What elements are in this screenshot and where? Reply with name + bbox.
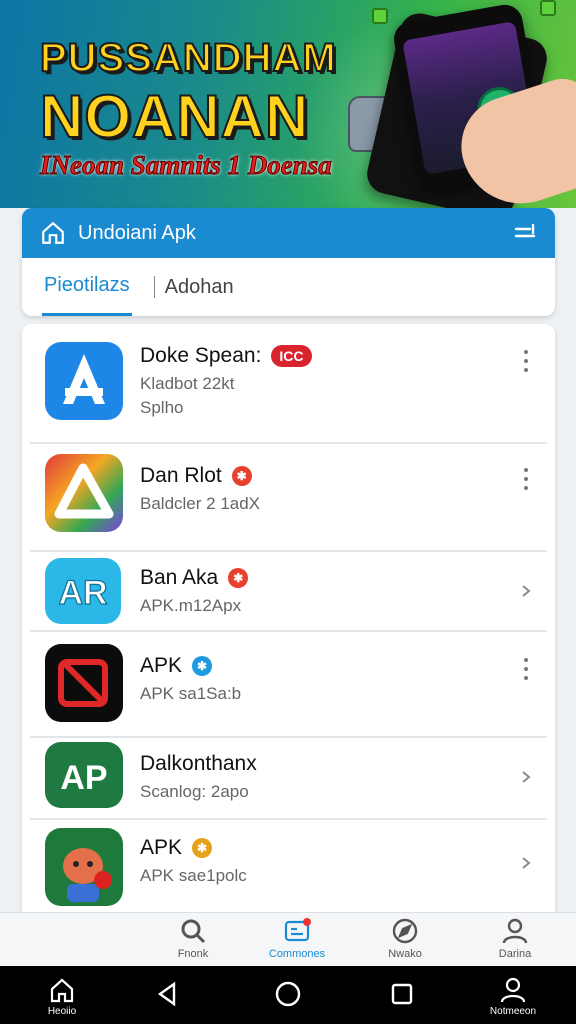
chevron-right-icon[interactable] [519,584,533,598]
app-subtitle: Kladbot 22kt [140,374,235,393]
nav-item-apps[interactable]: Commones [252,917,342,960]
home-circle-icon [275,981,301,1007]
list-item[interactable]: Dan Rlot ✱ Baldcler 2 1adX [30,444,547,552]
mascot-app-icon [45,828,123,906]
app-subtitle: Scanlog: 2apo [140,782,249,801]
more-options-icon[interactable] [521,658,531,684]
nav-label: Nwako [388,948,422,960]
system-recents-button[interactable] [362,980,442,1008]
system-home-label: Heoiio [47,1006,77,1017]
banner-subtitle: INeoan Samnits 1 Doensa [40,150,333,181]
app-bar-title: Undoiani Apk [78,221,196,244]
app-name: Dalkonthanx [140,752,257,775]
list-item[interactable]: Doke Spean: ICC Kladbot 22kt Splho [30,324,547,444]
search-icon [181,919,206,944]
system-home-button[interactable]: Heoiio [22,976,102,1017]
system-navigation-bar: Heoiio Notmeeon [0,966,576,1024]
nav-label: Darina [498,948,532,960]
app-name: APK [140,654,183,677]
compass-icon [392,918,418,944]
list-item[interactable]: APK ✱ APK sa1Sa:b [30,632,547,738]
app-store-icon [45,342,123,420]
nav-item-profile[interactable]: Darina [470,917,560,960]
apk-app-icon [45,644,123,722]
svg-text:AR: AR [58,574,107,612]
home-icon[interactable] [40,220,66,246]
apk-app-icon: AP [45,742,123,808]
app-subtitle: APK.m12Apx [140,596,242,615]
banner-title-line2: NOANAN [39,82,310,151]
tab-bar: Pieotilazs Adohan [22,258,555,316]
tab-pieotilazs[interactable]: Pieotilazs [42,258,132,316]
app-name: Doke Spean: [140,344,262,367]
more-options-icon[interactable] [521,468,531,494]
person-icon [500,977,526,1003]
nav-label: Commones [268,948,326,960]
bottom-navigation: Fnonk Commones Nwako Darina [0,912,576,966]
svg-text:AP: AP [60,759,107,797]
apps-icon [284,918,311,942]
decor-cube [372,8,388,24]
list-item[interactable]: AP Dalkonthanx Scanlog: 2apo [30,738,547,820]
tab-adohan[interactable]: Adohan [165,258,234,316]
app-name: APK [140,836,183,859]
nav-item-explore[interactable]: Nwako [360,917,450,960]
apk-app-icon: AR [45,558,121,624]
system-home-circle-button[interactable] [248,980,328,1008]
system-profile-button[interactable]: Notmeeon [473,976,553,1017]
more-options-icon[interactable] [521,350,531,376]
back-triangle-icon [157,981,176,1007]
list-item[interactable]: APK ✱ APK sae1polc [30,820,547,910]
app-subtitle: APK sae1polc [140,866,247,885]
verified-badge-icon: ✱ [228,568,249,588]
header-card: Undoiani Apk Pieotilazs Adohan [22,208,555,316]
system-profile-label: Notmeeon [489,1006,537,1017]
verified-badge-icon: ✱ [231,466,252,486]
app-subtitle-2: Splho [140,398,184,417]
list-item[interactable]: AR Ban Aka ✱ APK.m12Apx [30,552,547,632]
app-name: Dan Rlot [140,464,222,487]
recents-square-icon [391,983,413,1005]
verified-badge-icon: ✱ [192,656,213,676]
verified-badge-icon: ✱ [192,838,213,858]
tab-divider [153,276,155,298]
top-app-bar: Undoiani Apk [22,208,555,258]
nav-label: Fnonk [177,948,209,960]
app-subtitle: APK sa1Sa:b [140,684,242,703]
app-name: Ban Aka [140,566,219,589]
home-icon [50,978,74,1003]
chevron-right-icon[interactable] [519,770,533,784]
system-back-button[interactable] [128,980,208,1008]
banner-title-line1: PUSSANDHAM [39,35,337,81]
decor-cube [540,0,556,16]
person-icon [502,918,528,944]
nav-item-search[interactable]: Fnonk [148,917,238,960]
app-logo-icon [45,454,123,532]
chevron-right-icon[interactable] [519,856,533,870]
app-subtitle: Baldcler 2 1adX [140,494,261,513]
filter-menu-icon[interactable] [513,221,537,245]
app-list: Doke Spean: ICC Kladbot 22kt Splho Dan R… [22,324,555,924]
app-badge: ICC [271,345,312,367]
